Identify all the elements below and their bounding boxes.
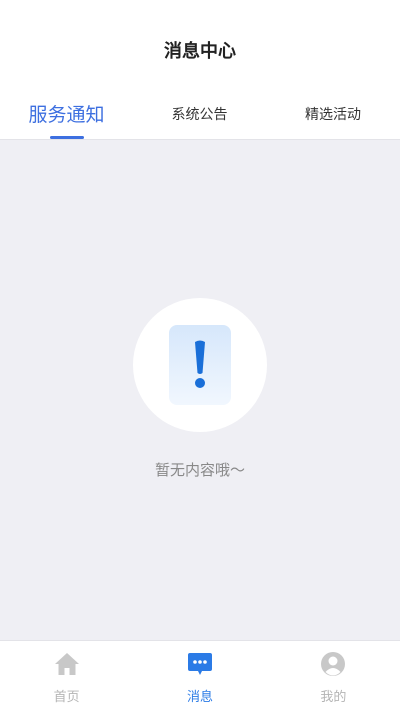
empty-state-text: 暂无内容哦～ bbox=[154, 461, 245, 479]
tabbar-label: 我的 bbox=[320, 690, 347, 705]
tabbar-item-messages[interactable]: 消息 bbox=[133, 641, 266, 712]
bottom-tab-bar: 首页 消息 我的 bbox=[0, 640, 400, 712]
exclamation-document-icon bbox=[169, 325, 231, 405]
nav-header: 消息中心 bbox=[0, 0, 400, 96]
tab-label: 系统公告 bbox=[171, 106, 228, 123]
tabbar-label: 消息 bbox=[186, 690, 213, 705]
message-icon bbox=[186, 650, 214, 678]
app-screen: 消息中心 服务通知 系统公告 精选活动 暂无内容哦～ 首页 消息 我的 bbox=[0, 0, 400, 712]
tab-featured-events[interactable]: 精选活动 bbox=[266, 88, 400, 139]
tab-bar-top: 服务通知 系统公告 精选活动 bbox=[0, 88, 400, 140]
tabbar-label: 首页 bbox=[53, 690, 80, 705]
tab-active-indicator bbox=[49, 136, 84, 139]
tab-label: 精选活动 bbox=[305, 106, 361, 123]
home-icon bbox=[53, 650, 81, 678]
content-area: 暂无内容哦～ bbox=[0, 140, 400, 640]
tabbar-item-home[interactable]: 首页 bbox=[0, 641, 133, 712]
tab-label: 服务通知 bbox=[28, 104, 105, 126]
empty-state-illustration bbox=[133, 298, 267, 432]
tab-service-notice[interactable]: 服务通知 bbox=[0, 88, 133, 139]
page-title: 消息中心 bbox=[164, 41, 236, 62]
profile-icon bbox=[319, 650, 347, 678]
tab-system-announcement[interactable]: 系统公告 bbox=[133, 88, 266, 139]
exclamation-mark-icon bbox=[195, 340, 205, 388]
tabbar-item-profile[interactable]: 我的 bbox=[267, 641, 400, 712]
